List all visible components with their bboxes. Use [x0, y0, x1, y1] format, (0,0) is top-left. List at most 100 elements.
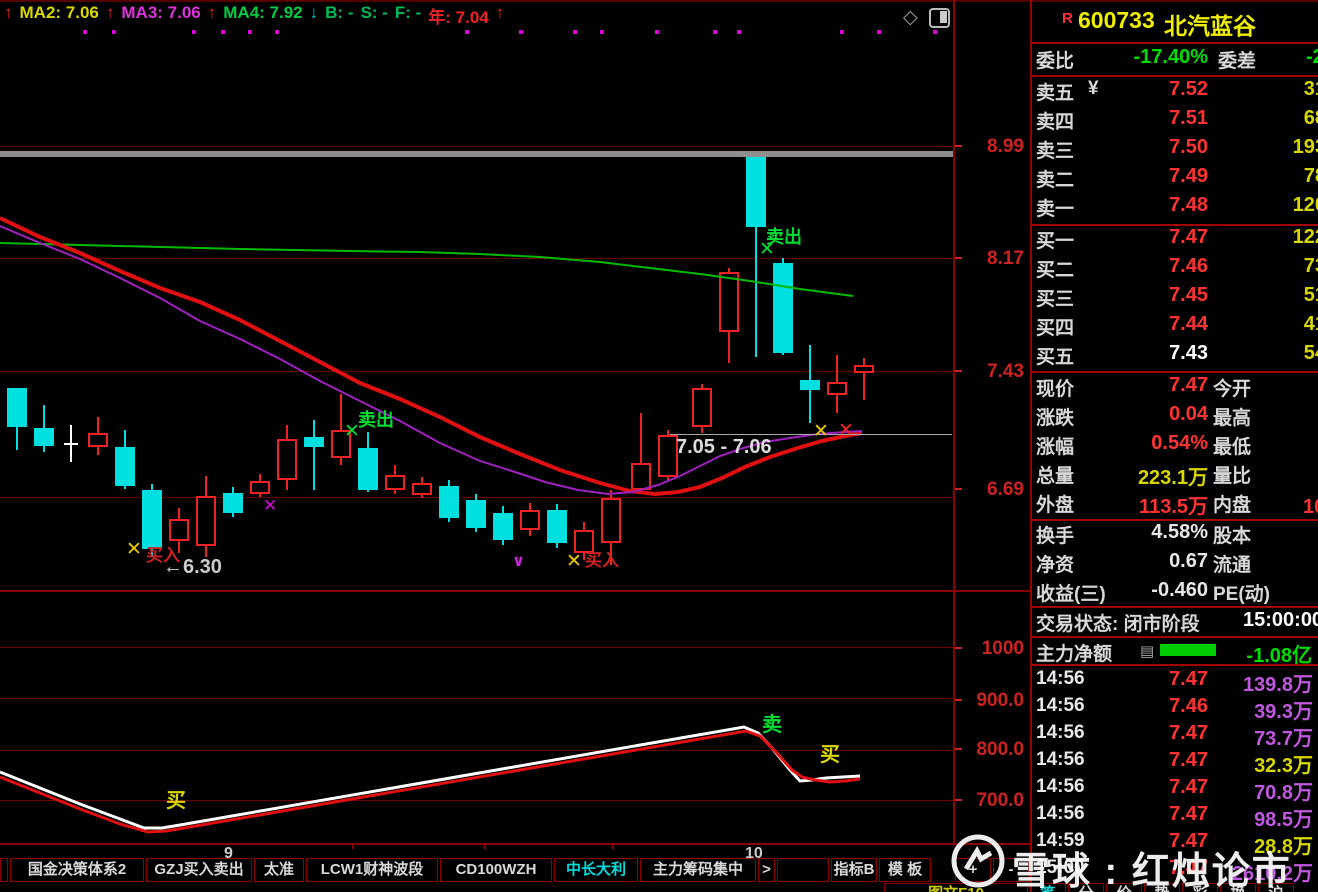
tick-time: 14:56 [1036, 803, 1085, 825]
ask-volume: 78 [1238, 165, 1318, 188]
stock-name[interactable]: 北汽蓝谷 [1164, 7, 1256, 41]
ask-volume: 68 [1238, 107, 1318, 130]
info-row: 外盘 113.5万内盘 109.6万 [0, 490, 1318, 517]
tick-volume: 32.3万 [1190, 749, 1313, 778]
info-label: 现价 [1036, 374, 1074, 401]
info-value: 0.67 [1096, 550, 1208, 573]
info-row: 涨幅 0.54%最低 [0, 432, 1318, 459]
bid-label: 买三 [1036, 284, 1074, 311]
panel-separator [1032, 606, 1318, 608]
status-time: 15:00:00 [1243, 609, 1318, 632]
info-value: 0.04 [1096, 403, 1208, 426]
tick-time: 14:56 [1036, 668, 1085, 690]
ask-row[interactable]: 卖一7.48120 [0, 194, 1318, 221]
list-icon[interactable]: ▤ [1140, 642, 1154, 660]
ask-row[interactable]: 卖五¥7.5231 [0, 78, 1318, 105]
info-label: 外盘 [1036, 490, 1074, 517]
ask-label: 卖二 [1036, 165, 1074, 192]
info-label: 换手 [1036, 521, 1074, 548]
bid-price: 7.47 [1120, 226, 1208, 249]
info-row: 涨跌 0.04最高 [0, 403, 1318, 430]
info-row: 换手 4.58%股本 [0, 521, 1318, 548]
bid-label: 买四 [1036, 313, 1074, 340]
weicha-value: -2 [1306, 46, 1318, 69]
info-label2: 股本 [1213, 521, 1251, 548]
ask-volume: 120 [1238, 194, 1318, 217]
tick-time: 14:56 [1036, 695, 1085, 717]
tick-volume: 139.8万 [1190, 668, 1313, 697]
info-label2: 最低 [1213, 432, 1251, 459]
tick-volume: 70.8万 [1190, 776, 1313, 805]
trade-status-row: 交易状态: 闭市阶段15:00:00 [0, 609, 1318, 636]
panel-separator [1032, 75, 1318, 77]
info-value: -0.460 [1096, 579, 1208, 602]
info-label2: 量比 [1213, 461, 1251, 488]
info-label: 净资 [1036, 550, 1074, 577]
ask-row[interactable]: 卖四 7.51 68 [0, 107, 1318, 134]
info-label2: 最高 [1213, 403, 1251, 430]
bid-volume: 54 [1238, 342, 1318, 365]
tick-time: 14:56 [1036, 749, 1085, 771]
info-label2: 今开 [1213, 374, 1251, 401]
tick-time: 14:56 [1036, 776, 1085, 798]
tick-row: 14:567.4639.3万 [0, 695, 1318, 722]
ask-label: 卖四 [1036, 107, 1074, 134]
ask-row[interactable]: 卖二7.4978 [0, 165, 1318, 192]
info-label2: PE(动) [1213, 579, 1270, 606]
ask-price: 7.51 [1120, 107, 1208, 130]
weibi-label: 委比 [1036, 46, 1074, 73]
stock-code[interactable]: 600733 [1078, 7, 1155, 34]
tick-row: 14:567.4770.8万 [0, 776, 1318, 803]
main-flow-row: 主力净额 -1.08亿 ▤ [0, 639, 1318, 666]
info-value: 0.54% [1096, 432, 1208, 455]
tick-volume: 39.3万 [1190, 695, 1313, 724]
main-flow-label: 主力净额 [1036, 639, 1112, 666]
info-label: 涨幅 [1036, 432, 1074, 459]
info-label2: 流通 [1213, 550, 1251, 577]
bid-row[interactable]: 买一7.47122 [0, 226, 1318, 253]
tick-row: 14:567.4773.7万 [0, 722, 1318, 749]
info-label: 涨跌 [1036, 403, 1074, 430]
tick-volume: 73.7万 [1190, 722, 1313, 751]
bid-price: 7.46 [1120, 255, 1208, 278]
panel-separator [1032, 636, 1318, 638]
weicha-label: 委差 [1218, 46, 1256, 73]
tick-volume: 98.5万 [1190, 803, 1313, 832]
bid-row[interactable]: 买三7.4551 [0, 284, 1318, 311]
bid-row[interactable]: 买五7.4354 [0, 342, 1318, 369]
ask-row[interactable]: 卖三 7.50 193 [0, 136, 1318, 163]
ask-volume: 193 [1238, 136, 1318, 159]
ask-price: 7.52 [1120, 78, 1208, 101]
info-label2: 内盘 [1213, 490, 1251, 517]
info-value2: 109.6万 [1303, 490, 1318, 519]
info-row: 净资 0.67流通 [0, 550, 1318, 577]
tick-row: 14:567.4798.5万 [0, 803, 1318, 830]
tick-row: 14:567.4732.3万 [0, 749, 1318, 776]
info-value: 223.1万 [1096, 461, 1208, 490]
info-value: 4.58% [1096, 521, 1208, 544]
tick-time: 14:56 [1036, 722, 1085, 744]
bid-volume: 122 [1238, 226, 1318, 249]
info-row: 收益(三)-0.460PE(动) [0, 579, 1318, 606]
bid-label: 买二 [1036, 255, 1074, 282]
bid-label: 买五 [1036, 342, 1074, 369]
ask-label: 卖三 [1036, 136, 1074, 163]
stock-trading-app: ↑MA2: 7.06↑MA3: 7.06↑MA4: 7.92↓B: -S: -F… [0, 0, 1318, 892]
info-label: 总量 [1036, 461, 1074, 488]
xueqiu-logo-icon [948, 832, 1008, 892]
bid-row[interactable]: 买二 7.46 73 [0, 255, 1318, 282]
watermark: 雪球 : 红烛论市 [948, 832, 1318, 892]
weibi-row: 委比-17.40%委差-2 [0, 46, 1318, 73]
bid-price: 7.45 [1120, 284, 1208, 307]
panel-separator [1032, 42, 1318, 44]
info-value: 113.5万 [1096, 490, 1208, 519]
bid-volume: 73 [1238, 255, 1318, 278]
quote-panel: R600733北汽蓝谷委比-17.40%委差-2卖五¥7.5231卖四7.516… [0, 0, 1318, 892]
panel-separator [1032, 371, 1318, 373]
ask-label: 卖一 [1036, 194, 1074, 221]
main-flow-value: -1.08亿 [1200, 639, 1312, 668]
stock-flag: R [1062, 10, 1073, 27]
yen-symbol: ¥ [1088, 78, 1099, 100]
bid-row[interactable]: 买四7.4441 [0, 313, 1318, 340]
ask-price: 7.50 [1120, 136, 1208, 159]
